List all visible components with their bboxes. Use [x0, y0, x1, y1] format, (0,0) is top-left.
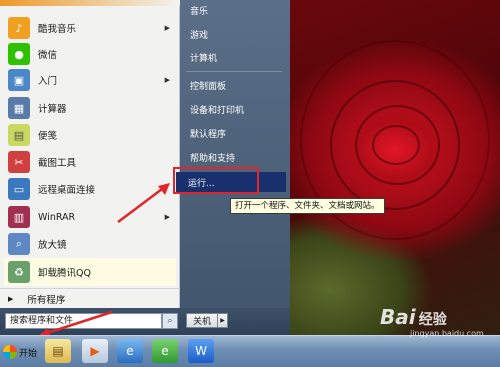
- wps-icon[interactable]: W: [188, 339, 214, 363]
- windows-orb-icon: [3, 345, 17, 359]
- menu-item-computer[interactable]: 计算机: [186, 47, 286, 67]
- program-item-getting-started[interactable]: ▣ 入门 ▶: [4, 66, 176, 94]
- program-item-snipping-tool[interactable]: ✂ 截图工具: [4, 148, 176, 176]
- annotation-box-run: [173, 167, 259, 194]
- pinned-app-strip: [0, 0, 180, 6]
- all-programs-label: 所有程序: [27, 294, 66, 306]
- menu-item-devices-printers[interactable]: 设备和打印机: [186, 99, 286, 119]
- program-label: 入门: [38, 76, 58, 87]
- start-label: 开始: [19, 348, 38, 359]
- baidu-jingyan-watermark: Bai 经验 jingyan.baidu.com: [380, 305, 495, 355]
- menu-item-label: 默认程序: [190, 129, 227, 140]
- program-item-winrar[interactable]: ▥ WinRAR ▶: [4, 203, 176, 231]
- menu-item-help-support[interactable]: 帮助和支持: [186, 147, 286, 167]
- program-label: 微信: [38, 50, 58, 61]
- start-button[interactable]: 开始: [3, 340, 43, 364]
- submenu-arrow-icon: ▶: [164, 213, 170, 221]
- program-label: 远程桌面连接: [38, 185, 96, 196]
- program-label: 放大镜: [38, 240, 67, 251]
- magnifier-icon: ⌕: [8, 233, 30, 255]
- menu-item-label: 计算机: [190, 53, 218, 64]
- program-item-magnifier[interactable]: ⌕ 放大镜: [4, 230, 176, 258]
- program-item-uninstall-qq[interactable]: ♻ 卸载腾讯QQ: [4, 258, 176, 286]
- program-item-kuwo[interactable]: ♪ 酷我音乐 ▶: [4, 14, 176, 42]
- menu-item-games[interactable]: 游戏: [186, 24, 286, 44]
- menu-separator: [186, 71, 282, 72]
- menu-item-music[interactable]: 音乐: [186, 0, 286, 20]
- watermark-logo: Bai: [380, 305, 416, 329]
- menu-item-label: 帮助和支持: [190, 153, 236, 164]
- program-item-remote-desktop[interactable]: ▭ 远程桌面连接: [4, 175, 176, 203]
- shutdown-button[interactable]: 关机: [186, 313, 218, 328]
- program-label: 截图工具: [38, 158, 77, 169]
- menu-item-label: 控制面板: [190, 81, 227, 92]
- chevron-right-icon: ▶: [8, 294, 14, 303]
- kuwo-music-icon: ♪: [8, 17, 30, 39]
- watermark-logo-suffix: 经验: [418, 312, 447, 328]
- sticky-notes-icon: ▤: [8, 124, 30, 146]
- program-label: 便笺: [38, 131, 58, 142]
- program-item-sticky-notes[interactable]: ▤ 便笺: [4, 121, 176, 149]
- program-label: 卸载腾讯QQ: [38, 268, 91, 279]
- calculator-icon: ▦: [8, 97, 30, 119]
- getting-started-icon: ▣: [8, 69, 30, 91]
- program-item-wechat[interactable]: ● 微信: [4, 40, 176, 68]
- browser-e-icon[interactable]: e: [152, 339, 178, 363]
- submenu-arrow-icon: ▶: [164, 76, 170, 84]
- search-icon[interactable]: ⌕: [162, 313, 178, 329]
- program-label: 酷我音乐: [38, 24, 77, 35]
- submenu-arrow-icon: ▶: [164, 24, 170, 32]
- start-menu-programs-panel: ♪ 酷我音乐 ▶ ● 微信 ▣ 入门 ▶ ▦ 计算器 ▤ 便笺 ✂ 截图工具 ▭…: [0, 0, 180, 308]
- program-item-calculator[interactable]: ▦ 计算器: [4, 94, 176, 122]
- all-programs-button[interactable]: ▶ 所有程序: [0, 288, 180, 308]
- tooltip-text: 打开一个程序、文件夹、文档或网站。: [235, 201, 380, 211]
- watermark-url: jingyan.baidu.com: [410, 329, 484, 338]
- program-label: WinRAR: [38, 211, 76, 223]
- menu-item-control-panel[interactable]: 控制面板: [186, 75, 286, 95]
- menu-item-default-programs[interactable]: 默认程序: [186, 123, 286, 143]
- search-input[interactable]: 搜索程序和文件: [5, 313, 162, 329]
- program-label: 计算器: [38, 104, 67, 115]
- search-placeholder: 搜索程序和文件: [10, 316, 74, 326]
- internet-explorer-icon[interactable]: e: [117, 339, 143, 363]
- wechat-icon: ●: [8, 43, 30, 65]
- menu-item-label: 设备和打印机: [190, 105, 245, 116]
- menu-item-label: 音乐: [190, 6, 209, 17]
- file-explorer-icon[interactable]: ▤: [45, 339, 71, 363]
- snipping-tool-icon: ✂: [8, 151, 30, 173]
- winrar-icon: ▥: [8, 206, 30, 228]
- recycle-bin-icon: ♻: [8, 261, 30, 283]
- shutdown-label: 关机: [192, 317, 211, 327]
- media-player-icon[interactable]: ▶: [82, 339, 108, 363]
- menu-item-label: 游戏: [190, 30, 209, 41]
- remote-desktop-icon: ▭: [8, 178, 30, 200]
- shutdown-options-arrow-icon[interactable]: ▶: [218, 313, 228, 328]
- run-tooltip: 打开一个程序、文件夹、文档或网站。: [230, 198, 385, 214]
